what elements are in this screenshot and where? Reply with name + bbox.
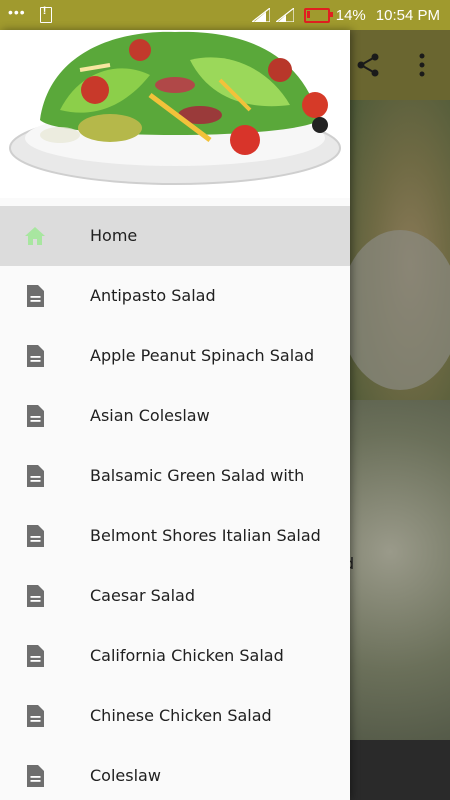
- document-icon: [27, 705, 44, 727]
- document-icon: [27, 465, 44, 487]
- drawer-item-label: Antipasto Salad: [90, 286, 216, 305]
- navigation-drawer: Home Antipasto Salad Apple Peanut Spinac…: [0, 30, 350, 800]
- share-icon[interactable]: [355, 52, 381, 78]
- drawer-item-label: Balsamic Green Salad with: [90, 466, 305, 485]
- drawer-item-label: Asian Coleslaw: [90, 406, 210, 425]
- document-icon: [27, 525, 44, 547]
- drawer-item-chinese-chicken-salad[interactable]: Chinese Chicken Salad: [0, 686, 350, 746]
- recipe-image: [350, 400, 450, 780]
- drawer-header: [0, 30, 350, 198]
- drawer-item-coleslaw[interactable]: Coleslaw: [0, 746, 350, 800]
- drawer-item-label: Caesar Salad: [90, 586, 195, 605]
- drawer-item-belmont-shores-italian-salad[interactable]: Belmont Shores Italian Salad: [0, 506, 350, 566]
- drawer-item-label: California Chicken Salad: [90, 646, 284, 665]
- more-options-icon[interactable]: [412, 50, 432, 80]
- signal-icon: [251, 8, 270, 22]
- plate-image: [340, 230, 450, 390]
- bottom-shade: [350, 740, 450, 800]
- signal-icon: [275, 8, 294, 22]
- drawer-item-caesar-salad[interactable]: Caesar Salad: [0, 566, 350, 626]
- document-icon: [27, 405, 44, 427]
- drawer-item-antipasto-salad[interactable]: Antipasto Salad: [0, 266, 350, 326]
- drawer-item-balsamic-green-salad[interactable]: Balsamic Green Salad with: [0, 446, 350, 506]
- battery-percent: 14%: [335, 6, 366, 24]
- drawer-menu: Home Antipasto Salad Apple Peanut Spinac…: [0, 206, 350, 800]
- home-icon: [25, 227, 45, 245]
- drawer-item-label: Apple Peanut Spinach Salad: [90, 346, 315, 365]
- status-bar: ••• 14% 10:54 PM: [0, 0, 450, 30]
- document-icon: [27, 645, 44, 667]
- warning-icon: [39, 5, 52, 23]
- clock: 10:54 PM: [375, 6, 440, 24]
- drawer-item-label: Coleslaw: [90, 766, 161, 785]
- drawer-item-asian-coleslaw[interactable]: Asian Coleslaw: [0, 386, 350, 446]
- drawer-item-label: Home: [90, 226, 138, 245]
- document-icon: [27, 585, 44, 607]
- document-icon: [27, 285, 44, 307]
- drawer-item-label: Belmont Shores Italian Salad: [90, 526, 321, 545]
- drawer-item-label: Chinese Chicken Salad: [90, 706, 272, 725]
- notification-dots-icon: •••: [8, 4, 26, 20]
- drawer-item-california-chicken-salad[interactable]: California Chicken Salad: [0, 626, 350, 686]
- battery-icon: [303, 7, 333, 23]
- drawer-item-apple-peanut-spinach-salad[interactable]: Apple Peanut Spinach Salad: [0, 326, 350, 386]
- document-icon: [27, 765, 44, 787]
- document-icon: [27, 345, 44, 367]
- drawer-item-home[interactable]: Home: [0, 206, 350, 266]
- salad-bowl-image: [9, 31, 341, 185]
